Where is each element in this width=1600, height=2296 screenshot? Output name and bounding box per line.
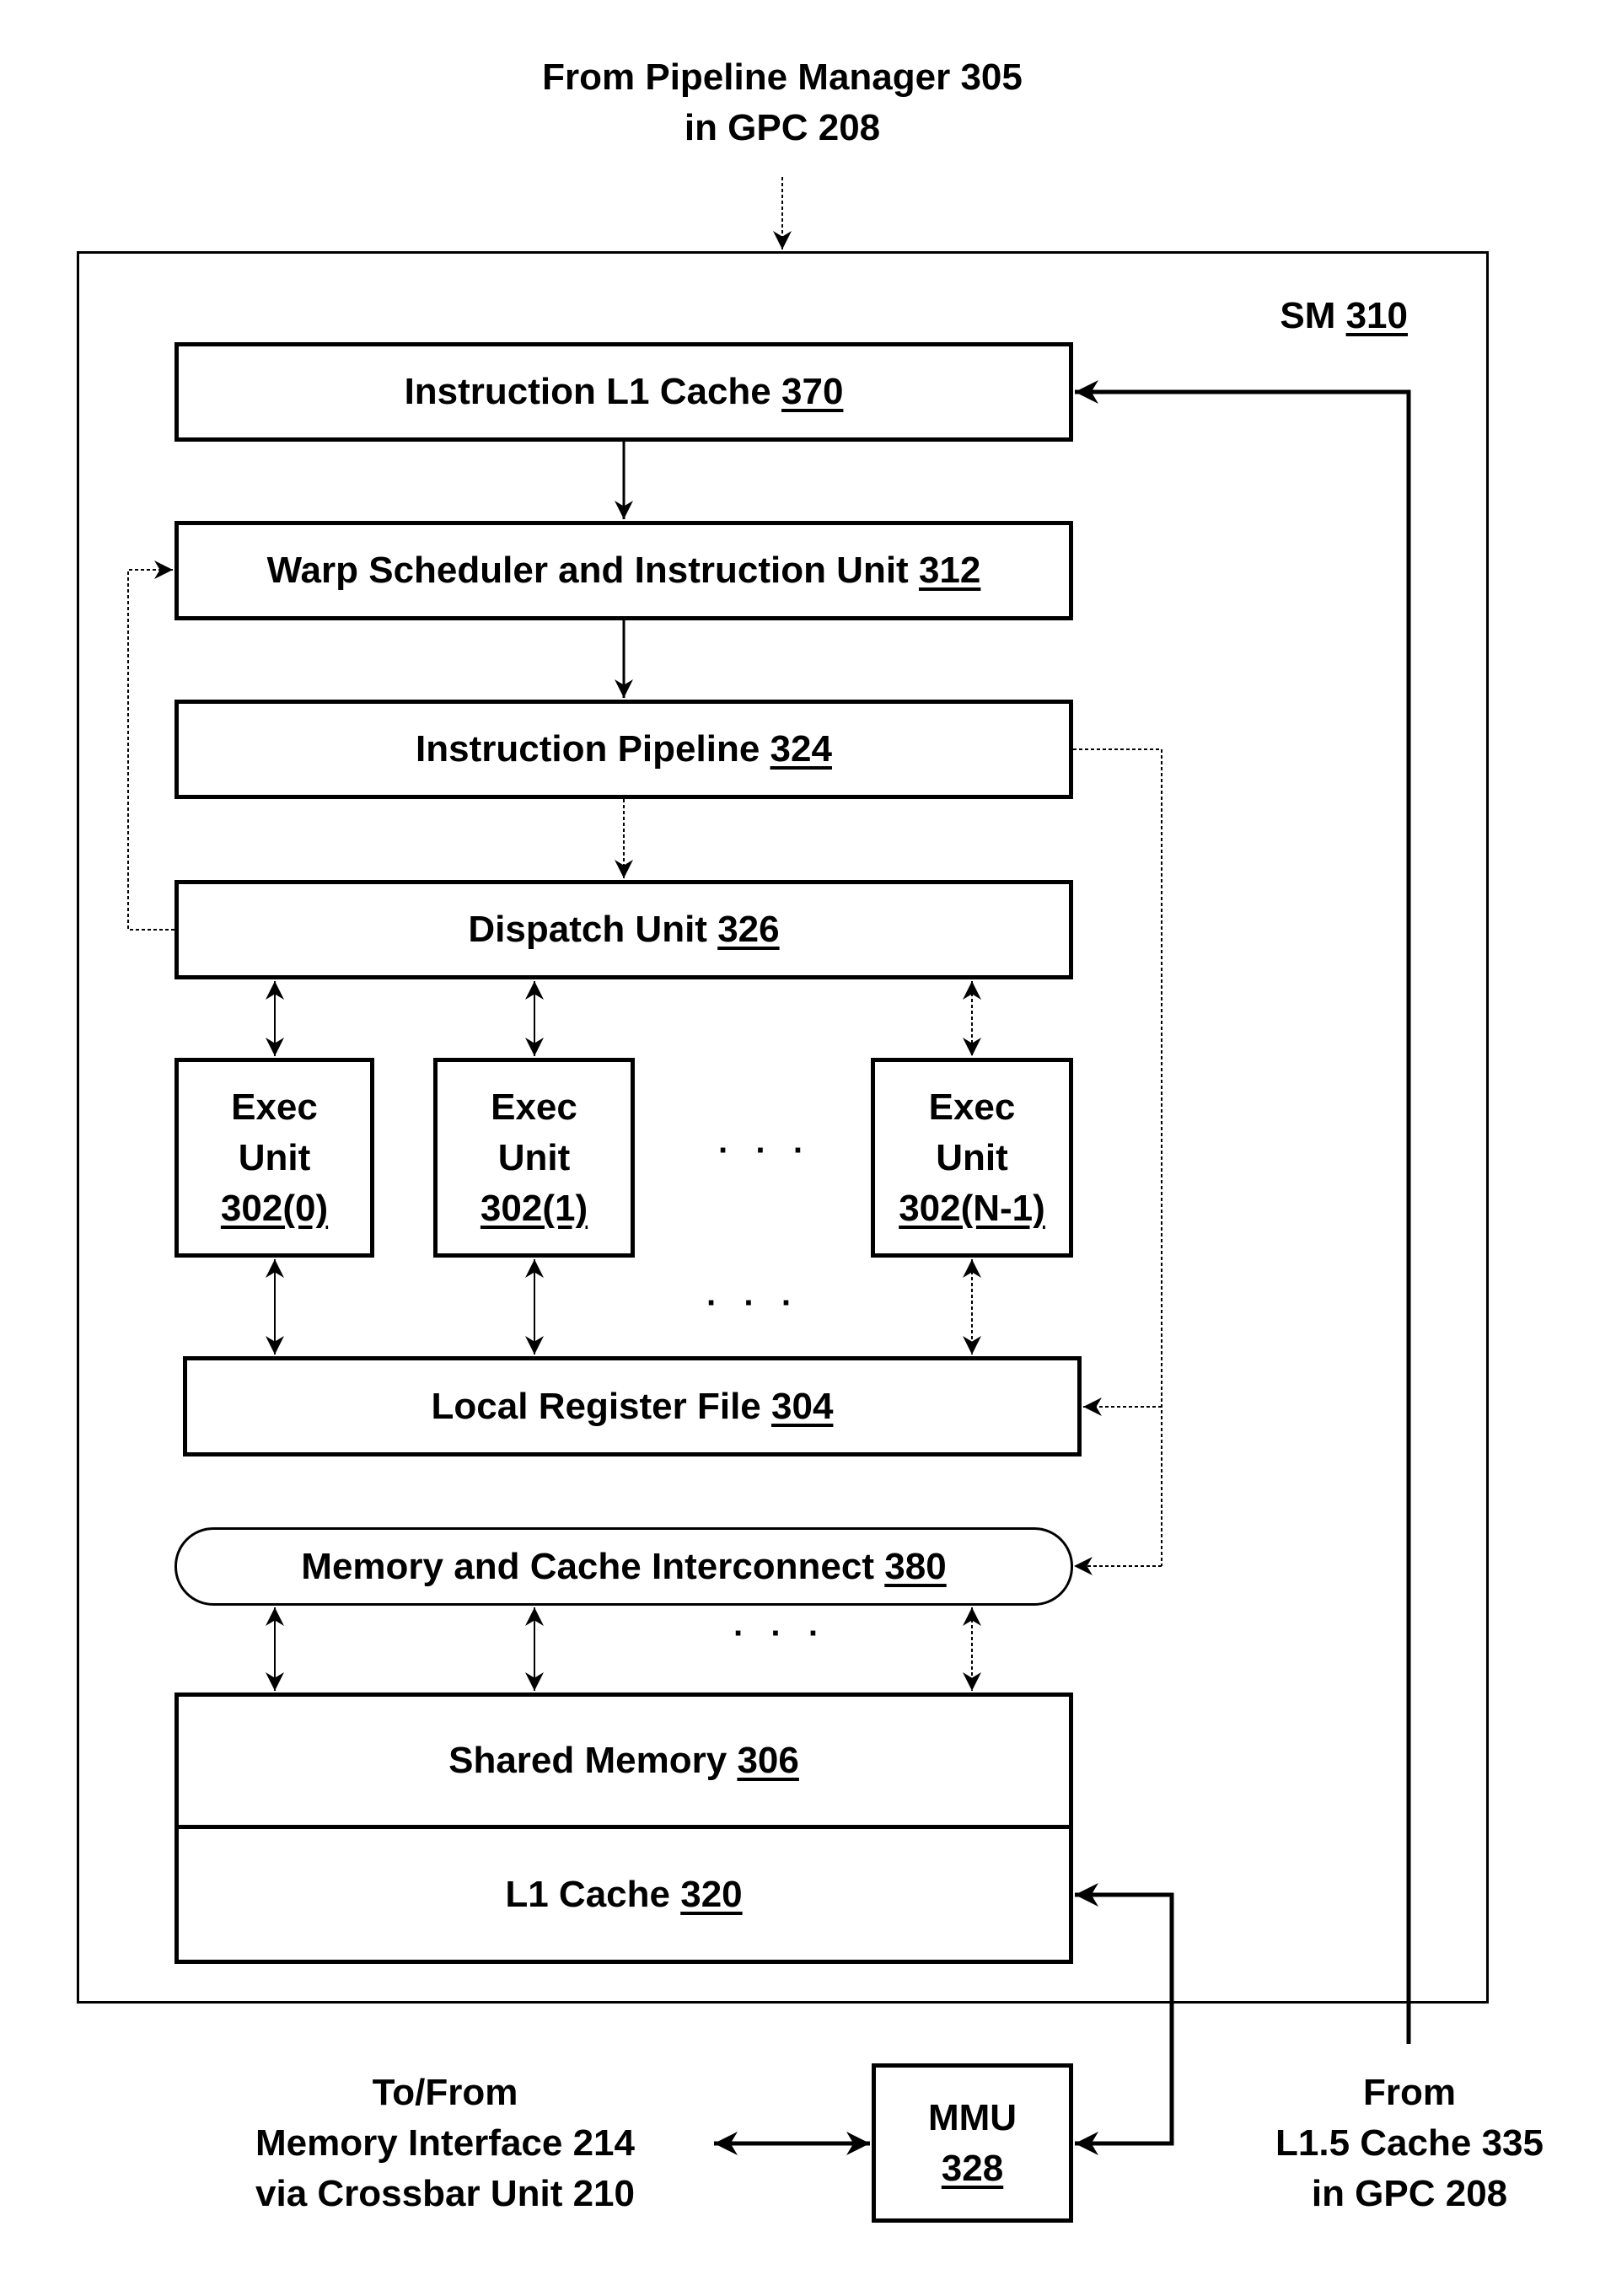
shared-memory-ref: 306 xyxy=(737,1740,799,1781)
exec-unit-0-ref: 302(0) xyxy=(220,1187,329,1229)
exec-unit-0-line1: Exec xyxy=(231,1086,318,1128)
exec-unit-n-block: Exec Unit 302(N-1) xyxy=(871,1058,1073,1258)
warp-scheduler-text: Warp Scheduler and Instruction Unit xyxy=(266,550,909,591)
memory-interface-line3: via Crossbar Unit 210 xyxy=(255,2173,635,2214)
mmu-block: MMU 328 xyxy=(872,2063,1073,2223)
l15-cache-label: From L1.5 Cache 335 in GPC 208 xyxy=(1241,2068,1578,2219)
warp-scheduler-label: Warp Scheduler and Instruction Unit 312 xyxy=(267,545,981,596)
memory-interface-label: To/From Memory Interface 214 via Crossba… xyxy=(192,2068,698,2219)
sm-label-text: SM xyxy=(1280,295,1336,336)
sm-label: SM 310 xyxy=(1248,291,1408,341)
pipeline-manager-label-line2: in GPC 208 xyxy=(684,107,881,148)
instruction-pipeline-label: Instruction Pipeline 324 xyxy=(416,724,832,775)
dispatch-unit-text: Dispatch Unit xyxy=(468,909,707,950)
mmu-label: MMU 328 xyxy=(928,2093,1017,2194)
exec-unit-0-label: Exec Unit 302(0) xyxy=(221,1082,328,1234)
l1-cache-text: L1 Cache xyxy=(505,1873,670,1915)
l1-cache-block: L1 Cache 320 xyxy=(174,1825,1073,1964)
local-register-file-label: Local Register File 304 xyxy=(432,1381,834,1432)
l1-cache-label: L1 Cache 320 xyxy=(505,1870,742,1920)
memory-cache-interconnect-ref: 380 xyxy=(884,1545,947,1587)
instruction-pipeline-block: Instruction Pipeline 324 xyxy=(174,700,1073,799)
mmu-text: MMU xyxy=(927,2096,1017,2138)
exec-unit-1-line1: Exec xyxy=(491,1086,577,1128)
local-register-file-text: Local Register File xyxy=(431,1385,761,1427)
l15-cache-line1: From xyxy=(1363,2072,1456,2113)
exec-unit-1-line2: Unit xyxy=(497,1136,571,1178)
exec-unit-0-line2: Unit xyxy=(238,1136,311,1178)
l15-cache-line3: in GPC 208 xyxy=(1311,2173,1508,2214)
shmem-links-ellipsis: · · · xyxy=(733,1615,829,1652)
exec-unit-1-label: Exec Unit 302(1) xyxy=(481,1082,588,1234)
local-register-file-ref: 304 xyxy=(771,1385,834,1427)
l15-cache-line2: L1.5 Cache 335 xyxy=(1275,2122,1544,2164)
exec-unit-0-block: Exec Unit 302(0) xyxy=(174,1058,374,1258)
shared-memory-block: Shared Memory 306 xyxy=(174,1692,1073,1829)
exec-unit-1-ref: 302(1) xyxy=(480,1187,588,1229)
dispatch-unit-label: Dispatch Unit 326 xyxy=(468,904,779,955)
warp-scheduler-block: Warp Scheduler and Instruction Unit 312 xyxy=(174,521,1073,620)
instruction-pipeline-ref: 324 xyxy=(770,728,832,770)
exec-unit-n-line2: Unit xyxy=(936,1136,1008,1178)
memory-cache-interconnect-block: Memory and Cache Interconnect 380 xyxy=(174,1527,1073,1606)
exec-unit-n-ref: 302(N-1) xyxy=(899,1187,1045,1229)
shared-memory-label: Shared Memory 306 xyxy=(448,1735,799,1786)
exec-unit-n-line1: Exec xyxy=(928,1086,1016,1128)
exec-units-ellipsis: · · · xyxy=(718,1132,813,1169)
memory-cache-interconnect-label: Memory and Cache Interconnect 380 xyxy=(301,1542,946,1592)
instruction-l1-cache-ref: 370 xyxy=(781,371,844,412)
instruction-l1-cache-label: Instruction L1 Cache 370 xyxy=(405,367,844,417)
exec-unit-1-block: Exec Unit 302(1) xyxy=(433,1058,635,1258)
local-register-file-block: Local Register File 304 xyxy=(183,1356,1082,1456)
pipeline-manager-label: From Pipeline Manager 305 in GPC 208 xyxy=(445,52,1119,153)
memory-cache-interconnect-text: Memory and Cache Interconnect xyxy=(301,1545,875,1587)
memory-interface-line1: To/From xyxy=(372,2072,518,2113)
dispatch-unit-ref: 326 xyxy=(717,909,780,950)
instruction-l1-cache-text: Instruction L1 Cache xyxy=(404,371,771,412)
warp-scheduler-ref: 312 xyxy=(918,550,981,591)
instruction-l1-cache-block: Instruction L1 Cache 370 xyxy=(174,342,1073,442)
shared-memory-text: Shared Memory xyxy=(448,1740,728,1781)
sm-ref: 310 xyxy=(1345,295,1408,336)
exec-unit-n-label: Exec Unit 302(N-1) xyxy=(899,1082,1045,1234)
instruction-pipeline-text: Instruction Pipeline xyxy=(416,728,760,770)
memory-interface-line2: Memory Interface 214 xyxy=(255,2122,635,2164)
l1-cache-ref: 320 xyxy=(680,1873,743,1915)
sm-block-diagram: From Pipeline Manager 305 in GPC 208 SM … xyxy=(0,0,1600,2296)
lrf-links-ellipsis: · · · xyxy=(706,1285,802,1322)
mmu-ref: 328 xyxy=(941,2147,1004,2189)
dispatch-unit-block: Dispatch Unit 326 xyxy=(174,880,1073,979)
pipeline-manager-label-line1: From Pipeline Manager 305 xyxy=(542,56,1023,98)
